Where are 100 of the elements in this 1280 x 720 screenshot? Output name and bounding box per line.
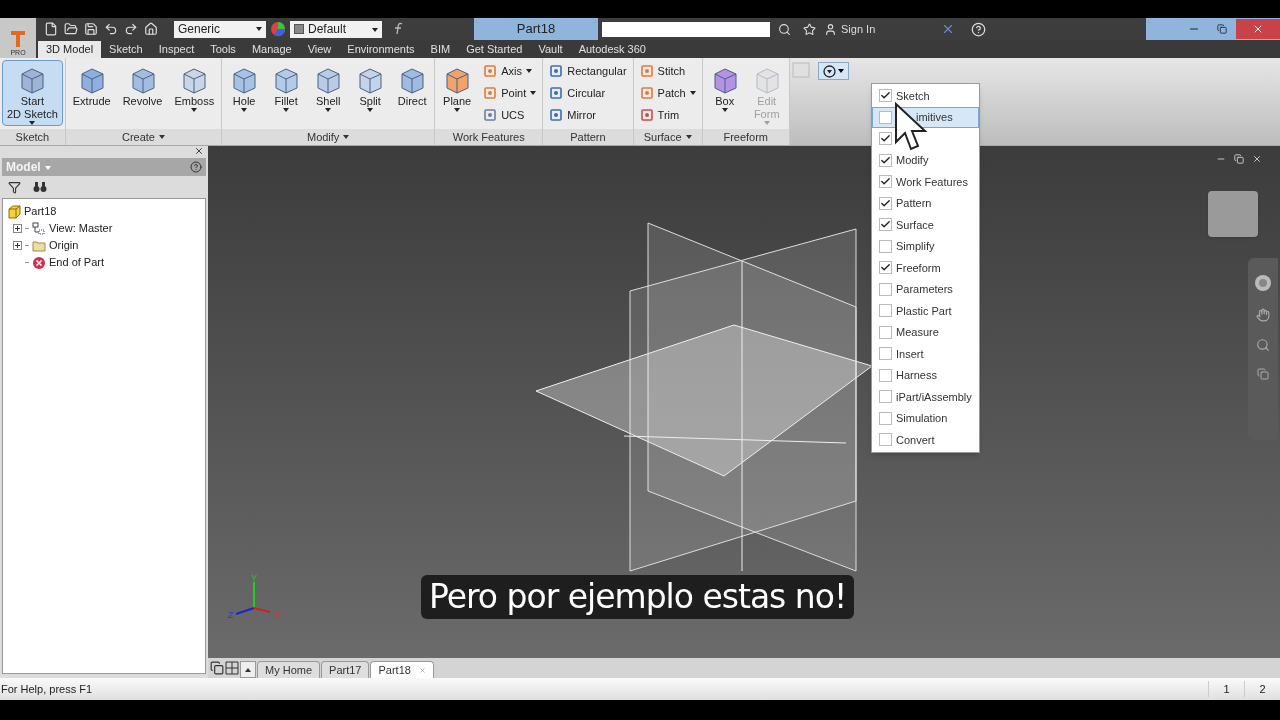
user-icon[interactable] [824, 22, 837, 36]
folder-icon[interactable] [64, 22, 78, 36]
menu-item[interactable]: Pattern [872, 192, 979, 214]
panel-title[interactable]: Surface [633, 129, 702, 145]
star-icon[interactable] [803, 22, 816, 36]
ribbon-tab[interactable]: Autodesk 360 [570, 41, 654, 58]
menu-item[interactable]: Modify [872, 149, 979, 171]
checkbox[interactable] [879, 368, 892, 382]
home-icon[interactable] [144, 22, 158, 36]
checkbox[interactable] [879, 153, 892, 167]
menu-item[interactable]: Parameters [872, 278, 979, 300]
restore-icon[interactable] [1234, 154, 1244, 164]
checkbox[interactable] [879, 175, 892, 189]
menu-item[interactable]: Surface [872, 214, 979, 236]
close-icon[interactable] [194, 146, 204, 156]
checkbox[interactable] [879, 89, 892, 103]
ribbon-tab[interactable]: Inspect [150, 41, 203, 58]
cascade-icon[interactable] [210, 661, 224, 675]
checkbox[interactable] [879, 390, 892, 404]
ribbon-tool-button[interactable]: Split [350, 60, 391, 126]
function-icon[interactable] [394, 22, 404, 36]
checkbox[interactable] [879, 411, 892, 425]
scroll-up-button[interactable] [240, 661, 256, 678]
tree-item[interactable]: View: Master [49, 220, 113, 237]
ribbon-tool-button[interactable]: Revolve [117, 60, 168, 126]
new-file-icon[interactable] [44, 22, 58, 36]
panel-title[interactable]: Work Features [435, 129, 543, 145]
expand-icon[interactable] [13, 224, 22, 233]
ribbon-tool-button[interactable]: Plane [437, 60, 478, 126]
checkbox[interactable] [879, 261, 892, 275]
document-tab[interactable]: Part17 [321, 661, 370, 678]
ribbon-tab[interactable]: Manage [243, 41, 300, 58]
save-icon[interactable] [84, 22, 98, 36]
checkbox[interactable] [879, 196, 892, 210]
checkbox[interactable] [879, 110, 892, 124]
ribbon-tool-button[interactable]: Start 2D Sketch [2, 60, 63, 126]
ribbon-tool-button[interactable]: Box [704, 60, 745, 126]
panel-title[interactable]: Freeform [702, 129, 789, 145]
ribbon-tool-button[interactable]: Fillet [266, 60, 307, 126]
sign-in-link[interactable]: Sign In [841, 20, 941, 38]
menu-item[interactable]: Measure [872, 321, 979, 343]
filter-icon[interactable] [8, 180, 21, 194]
ribbon-tool-button[interactable]: Mirror [545, 104, 631, 126]
menu-item[interactable]: Convert [872, 429, 979, 451]
appearance-dropdown[interactable]: Default [290, 20, 382, 38]
expand-icon[interactable] [13, 241, 22, 250]
ribbon-tab[interactable]: View [299, 41, 340, 58]
tree-item[interactable]: Origin [49, 237, 79, 254]
ribbon-tool-button[interactable]: Trim [635, 104, 700, 126]
checkbox[interactable] [879, 304, 892, 318]
steering-wheel-icon[interactable] [1254, 274, 1272, 292]
binoculars-icon[interactable] [33, 181, 47, 193]
menu-item[interactable]: Harness [872, 364, 979, 386]
checkbox[interactable] [879, 347, 892, 361]
checkbox[interactable] [879, 218, 892, 232]
panel-options-button[interactable] [817, 62, 849, 80]
checkbox[interactable] [879, 433, 892, 447]
material-dropdown[interactable]: Generic [174, 20, 266, 38]
panel-title[interactable]: Create [65, 129, 222, 145]
panel-title[interactable]: Modify [222, 129, 435, 145]
ribbon-tab[interactable]: Get Started [458, 41, 531, 58]
color-wheel-icon[interactable] [270, 21, 286, 37]
ribbon-tool-button[interactable]: Shell [308, 60, 349, 126]
ribbon-tool-button[interactable]: Patch [635, 82, 700, 104]
search-icon[interactable] [778, 22, 791, 36]
menu-item[interactable]: iPart/iAssembly [872, 386, 979, 408]
menu-item[interactable]: Simplify [872, 235, 979, 257]
menu-item[interactable]: Work Features [872, 171, 979, 193]
menu-item[interactable]: Freeform [872, 257, 979, 279]
undo-icon[interactable] [104, 22, 118, 36]
tile-icon[interactable] [225, 661, 239, 675]
ribbon-tab[interactable]: Environments [339, 41, 423, 58]
document-tab[interactable]: Part18 [370, 661, 434, 678]
panel-title[interactable]: Pattern [543, 129, 633, 145]
ribbon-tab[interactable]: BIM [422, 41, 459, 58]
ribbon-tool-button[interactable]: Hole [224, 60, 265, 126]
search-field[interactable] [602, 21, 770, 37]
menu-item[interactable]: Insert [872, 343, 979, 365]
ribbon-tool-button[interactable]: UCS [479, 104, 541, 126]
tree-item[interactable]: Part18 [24, 203, 57, 220]
ribbon-tool-button[interactable]: Point [479, 82, 541, 104]
ribbon-tool-button[interactable]: Rectangular [545, 60, 631, 82]
checkbox[interactable] [879, 325, 892, 339]
menu-item[interactable]: Sketch [872, 85, 979, 107]
ribbon-tool-button[interactable]: Emboss [169, 60, 220, 126]
ribbon-tool-button[interactable]: Extrude [67, 60, 116, 126]
menu-item[interactable]: Simulation [872, 407, 979, 429]
redo-icon[interactable] [124, 22, 138, 36]
ribbon-tool-button[interactable]: Circular [545, 82, 631, 104]
close-icon[interactable] [1252, 154, 1262, 164]
ribbon-tab[interactable]: 3D Model [38, 41, 102, 58]
pan-icon[interactable] [1256, 308, 1270, 322]
checkbox[interactable] [879, 282, 892, 296]
ribbon-tab[interactable]: Tools [202, 41, 244, 58]
zoom-icon[interactable] [1256, 338, 1270, 352]
ribbon-tool-button[interactable]: Axis [479, 60, 541, 82]
panel-title[interactable]: Sketch [0, 129, 65, 145]
ribbon-tool-button[interactable]: Direct [392, 60, 433, 126]
tree-item[interactable]: End of Part [49, 254, 105, 271]
checkbox[interactable] [879, 132, 892, 146]
